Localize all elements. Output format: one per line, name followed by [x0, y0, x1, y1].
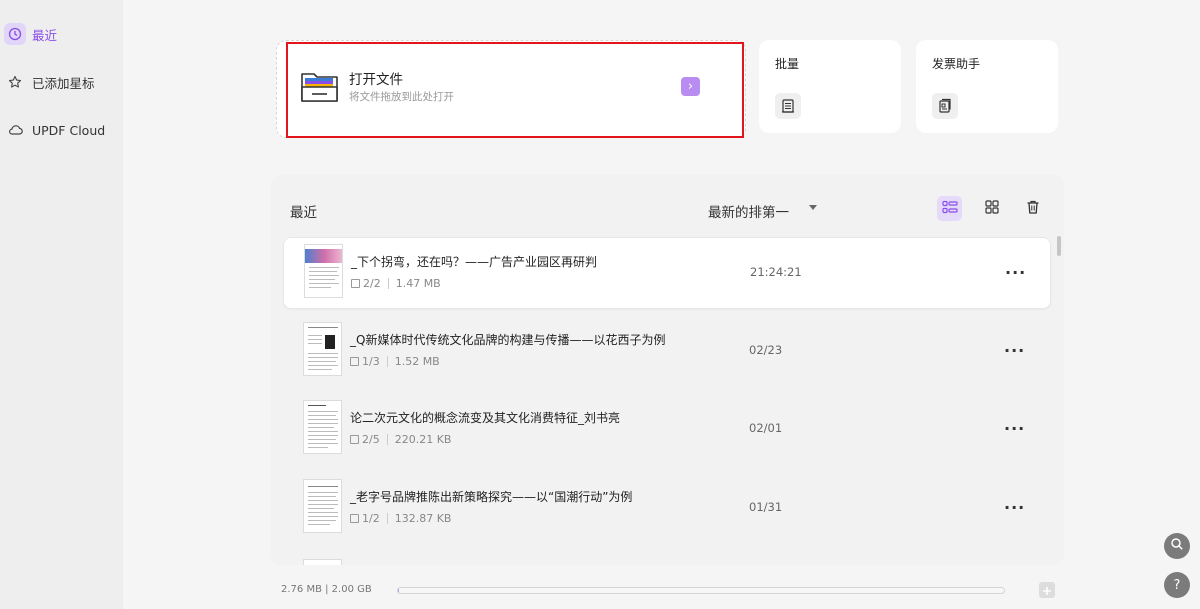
batch-card[interactable]: 批量 — [759, 40, 901, 133]
invoice-card[interactable]: 发票助手 — [916, 40, 1058, 133]
file-size: 220.21 KB — [394, 433, 452, 446]
invoice-icon — [932, 93, 958, 119]
batch-label: 批量 — [775, 57, 800, 71]
sidebar-item-label: UPDF Cloud — [32, 122, 106, 138]
more-options-button[interactable]: ··· — [1004, 419, 1025, 438]
recent-files-panel: 最近 最新的排第一 _下个拐弯，还在吗？——广告产业园区再研判 2/2 1.47… — [271, 175, 1064, 565]
folder-icon — [300, 68, 340, 108]
file-meta: 1/3 1.52 MB — [350, 355, 440, 368]
pages-icon — [350, 357, 359, 366]
recent-title: 最近 — [290, 205, 317, 221]
sidebar-item-recent[interactable]: 最近 — [0, 17, 123, 51]
help-icon: ? — [1173, 577, 1181, 593]
file-row[interactable]: _Q新媒体时代传统文化品牌的构建与传播——以花西子为例 1/3 1.52 MB … — [283, 316, 1051, 388]
clock-icon — [4, 23, 26, 45]
file-thumbnail — [304, 244, 343, 298]
file-meta: 2/2 1.47 MB — [351, 277, 441, 290]
chevron-down-icon[interactable] — [809, 205, 817, 210]
add-storage-button[interactable] — [1039, 582, 1055, 598]
grid-view-button[interactable] — [979, 196, 1004, 221]
file-name: 论二次元文化的概念流变及其文化消费特征_刘书亮 — [350, 411, 621, 425]
invoice-label: 发票助手 — [932, 57, 981, 71]
file-row[interactable]: _下个拐弯，还在吗？——广告产业园区再研判 2/2 1.47 MB 21:24:… — [283, 237, 1051, 309]
file-name: _下个拐弯，还在吗？——广告产业园区再研判 — [351, 255, 598, 269]
file-thumbnail — [303, 479, 342, 533]
file-pages: 1/3 — [362, 355, 380, 368]
star-icon — [4, 71, 26, 93]
storage-usage-text: 2.76 MB | 2.00 GB — [281, 584, 372, 595]
more-options-button[interactable]: ··· — [1004, 498, 1025, 517]
pages-icon — [351, 279, 360, 288]
more-options-button[interactable]: ··· — [1004, 341, 1025, 360]
scrollbar-thumb[interactable] — [1057, 236, 1061, 256]
grid-view-icon — [984, 199, 999, 218]
file-size: 1.47 MB — [395, 277, 441, 290]
divider — [386, 356, 388, 367]
batch-icon — [775, 93, 801, 119]
divider — [386, 434, 388, 445]
plus-icon — [1042, 581, 1052, 600]
more-options-button[interactable]: ··· — [1005, 263, 1026, 282]
file-time: 21:24:21 — [750, 265, 802, 279]
sidebar-item-starred[interactable]: 已添加星标 — [0, 65, 123, 99]
file-name: _Q新媒体时代传统文化品牌的构建与传播——以花西子为例 — [350, 333, 666, 347]
open-file-title: 打开文件 — [349, 72, 403, 88]
search-button[interactable] — [1164, 533, 1190, 559]
file-pages: 2/5 — [362, 433, 380, 446]
file-thumbnail — [303, 322, 342, 376]
open-file-arrow-button[interactable]: › — [681, 77, 700, 96]
file-thumbnail — [303, 400, 342, 454]
file-meta: 1/2 132.87 KB — [350, 512, 451, 525]
sidebar-item-label: 已添加星标 — [32, 75, 95, 91]
sidebar: 最近 已添加星标 UPDF Cloud — [0, 0, 123, 609]
search-icon — [1170, 537, 1184, 555]
file-size: 1.52 MB — [394, 355, 440, 368]
file-time: 02/23 — [749, 343, 783, 357]
storage-progress-fill — [398, 588, 399, 593]
divider — [386, 513, 388, 524]
pages-icon — [350, 514, 359, 523]
sidebar-item-cloud[interactable]: UPDF Cloud — [0, 113, 123, 147]
file-size: 132.87 KB — [394, 512, 452, 525]
file-meta: 2/5 220.21 KB — [350, 433, 451, 446]
trash-icon — [1025, 199, 1041, 219]
file-pages: 1/2 — [362, 512, 380, 525]
file-thumbnail — [303, 559, 342, 565]
open-file-subtitle: 将文件拖放到此处打开 — [349, 91, 454, 103]
list-view-button[interactable] — [937, 196, 962, 221]
cloud-icon — [4, 119, 26, 141]
file-time: 01/31 — [749, 500, 783, 514]
pages-icon — [350, 435, 359, 444]
sort-dropdown[interactable]: 最新的排第一 — [708, 201, 789, 221]
delete-button[interactable] — [1020, 196, 1045, 221]
storage-progress-bar — [397, 587, 1005, 594]
file-name: _老字号品牌推陈出新策略探究——以“国潮行动”为例 — [350, 490, 633, 504]
divider — [387, 278, 389, 289]
help-button[interactable]: ? — [1164, 572, 1190, 598]
file-row[interactable]: 论二次元文化的概念流变及其文化消费特征_刘书亮 2/5 220.21 KB 02… — [283, 394, 1051, 466]
list-view-icon — [941, 199, 958, 218]
file-pages: 2/2 — [363, 277, 381, 290]
file-time: 02/01 — [749, 421, 783, 435]
sidebar-item-label: 最近 — [32, 27, 58, 43]
file-row[interactable]: _老字号品牌推陈出新策略探究——以“国潮行动”为例 1/2 132.87 KB … — [283, 473, 1051, 545]
